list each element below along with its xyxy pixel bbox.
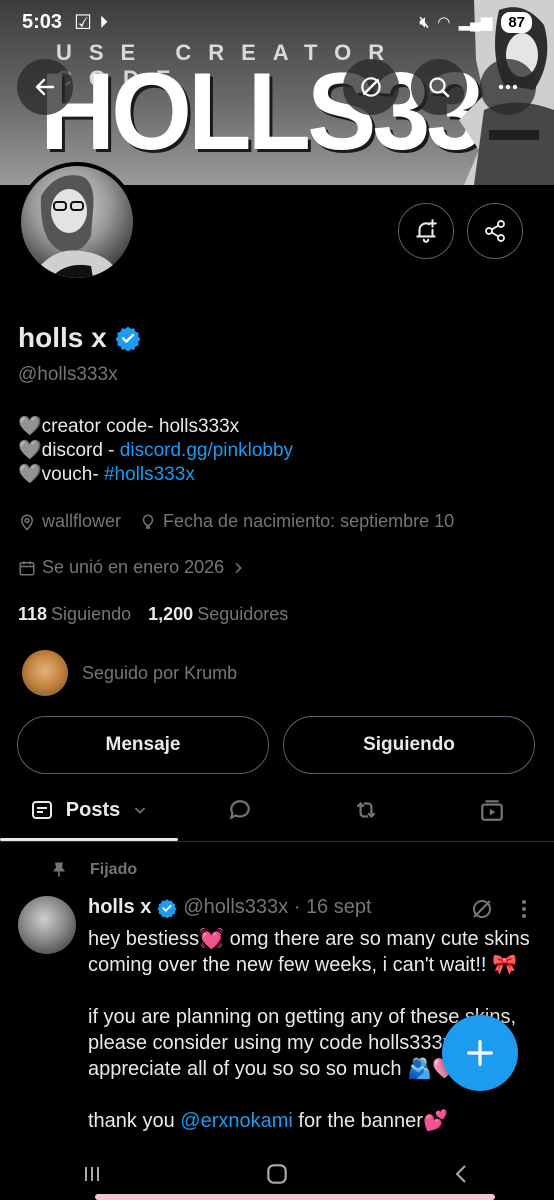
wifi-icon: ◠: [438, 14, 450, 31]
bio-text: 🩶discord -: [18, 440, 120, 461]
grok-icon: [361, 77, 381, 97]
share-button[interactable]: [467, 203, 523, 259]
tweet-text: for the banner💕: [292, 1110, 448, 1132]
signal-icon: ▂▄▆: [458, 14, 493, 31]
arrow-left-icon: [35, 78, 55, 96]
tweet-header: holls x @holls333x · 16 sept: [88, 896, 372, 919]
balloon-icon: [142, 513, 154, 529]
profile-handle: @holls333x: [18, 364, 118, 385]
profile-avatar[interactable]: [17, 162, 137, 282]
grok-button[interactable]: [343, 59, 399, 115]
follow-counts: 118 Siguiendo 1,200 Seguidores: [18, 604, 288, 625]
discord-link[interactable]: discord.gg/pinklobby: [120, 440, 293, 461]
profile-bio: 🩶creator code- holls333x 🩶discord - disc…: [18, 415, 293, 487]
status-icons: 🔇︎ ◠ ▂▄▆ 87: [419, 11, 532, 33]
bio-line-discord: 🩶discord - discord.gg/pinklobby: [18, 439, 293, 463]
search-icon: [429, 77, 450, 98]
tweet-author-name[interactable]: holls x: [88, 896, 151, 919]
profile-tabs: Posts: [0, 780, 554, 842]
bio-text: 🩶vouch-: [18, 464, 104, 485]
repost-icon: [356, 801, 376, 819]
tab-media[interactable]: [430, 780, 554, 840]
tab-replies[interactable]: [178, 780, 302, 840]
tweet-paragraph-3: thank you @erxnokami for the banner💕: [88, 1108, 538, 1134]
tweet-author-avatar[interactable]: [18, 896, 76, 954]
mention-link[interactable]: @erxnokami: [180, 1110, 293, 1132]
battery-indicator: 87: [501, 11, 532, 33]
bio-text: 🩶creator code- holls333x: [18, 416, 240, 437]
grok-icon[interactable]: [470, 897, 494, 921]
location-pin-icon: [20, 514, 34, 531]
pinned-label: Fijado: [90, 861, 138, 878]
verified-badge-icon: [157, 898, 177, 918]
profile-meta-row: wallflower Fecha de nacimiento: septiemb…: [18, 511, 454, 532]
media-icon: [481, 800, 503, 821]
more-options-button[interactable]: [480, 59, 536, 115]
back-nav-icon[interactable]: [450, 1162, 474, 1186]
notifications-button[interactable]: [398, 203, 454, 259]
following-link[interactable]: 118 Siguiendo: [18, 604, 131, 624]
system-nav-bar: [0, 1148, 554, 1200]
joined-row[interactable]: Se unió en enero 2026: [18, 557, 246, 578]
bell-plus-icon: [416, 219, 437, 243]
calendar-icon: [19, 560, 35, 575]
bio-line-creator-code: 🩶creator code- holls333x: [18, 415, 293, 439]
followers-label: Seguidores: [197, 604, 289, 624]
birthday-text: Fecha de nacimiento: septiembre 10: [163, 511, 455, 531]
home-icon[interactable]: [264, 1161, 290, 1187]
avatar-photo: [31, 175, 121, 278]
pinned-indicator: Fijado: [50, 860, 137, 880]
back-button[interactable]: [17, 59, 73, 115]
following-label: Siguiendo: [51, 604, 132, 624]
pin-icon: [53, 862, 65, 877]
joined-text: Se unió en enero 2026: [42, 557, 225, 577]
profile-screen: USE CREATOR CODE HOLLS333X 5:03 ☑ ⏵ 🔇︎ ◠…: [0, 0, 554, 1200]
tab-posts[interactable]: Posts: [0, 780, 178, 840]
more-dots-icon: [498, 84, 518, 90]
verified-badge-icon[interactable]: [115, 325, 141, 351]
followed-by-row[interactable]: Seguido por Krumb: [22, 650, 237, 696]
location-text: wallflower: [42, 511, 122, 531]
chevron-right-icon: [235, 562, 242, 573]
followers-count: 1,200: [148, 604, 194, 624]
posts-icon: [31, 801, 52, 819]
checkbox-notification-icon: ☑: [74, 11, 92, 34]
share-icon: [485, 220, 505, 242]
status-bar: 5:03 ☑ ⏵ 🔇︎ ◠ ▂▄▆ 87: [0, 0, 554, 44]
compose-button[interactable]: [442, 1015, 518, 1091]
tweet-handle-time: @holls333x · 16 sept: [183, 896, 372, 918]
chevron-down-icon: [135, 807, 146, 814]
message-button[interactable]: Mensaje: [17, 716, 269, 774]
following-count: 118: [18, 604, 48, 624]
search-button[interactable]: [411, 59, 467, 115]
tab-posts-label: Posts: [65, 798, 121, 821]
playstation-icon: ⏵: [99, 13, 108, 31]
followed-by-text: Seguido por Krumb: [82, 662, 238, 683]
bio-line-vouch: 🩶vouch- #holls333x: [18, 463, 293, 487]
recents-icon[interactable]: [80, 1162, 104, 1186]
mute-icon: 🔇︎: [419, 13, 430, 31]
profile-name-text: holls x: [18, 322, 107, 353]
plus-icon: [467, 1040, 493, 1066]
tweet-text: thank you: [88, 1110, 181, 1132]
following-button[interactable]: Siguiendo: [283, 716, 535, 774]
reply-icon: [229, 800, 250, 820]
tab-reposts[interactable]: [302, 780, 430, 840]
followers-link[interactable]: 1,200 Seguidores: [148, 604, 288, 624]
follower-avatar: [22, 650, 68, 696]
tweet-paragraph-1: hey bestiess💓 omg there are so many cute…: [88, 928, 530, 976]
status-time: 5:03: [22, 10, 63, 33]
hashtag-link[interactable]: #holls333x: [104, 464, 195, 485]
tweet-more-icon[interactable]: [514, 897, 534, 921]
bottom-overlay-bar: [95, 1194, 495, 1200]
active-tab-indicator: [0, 838, 178, 841]
profile-name: holls x: [18, 322, 141, 354]
